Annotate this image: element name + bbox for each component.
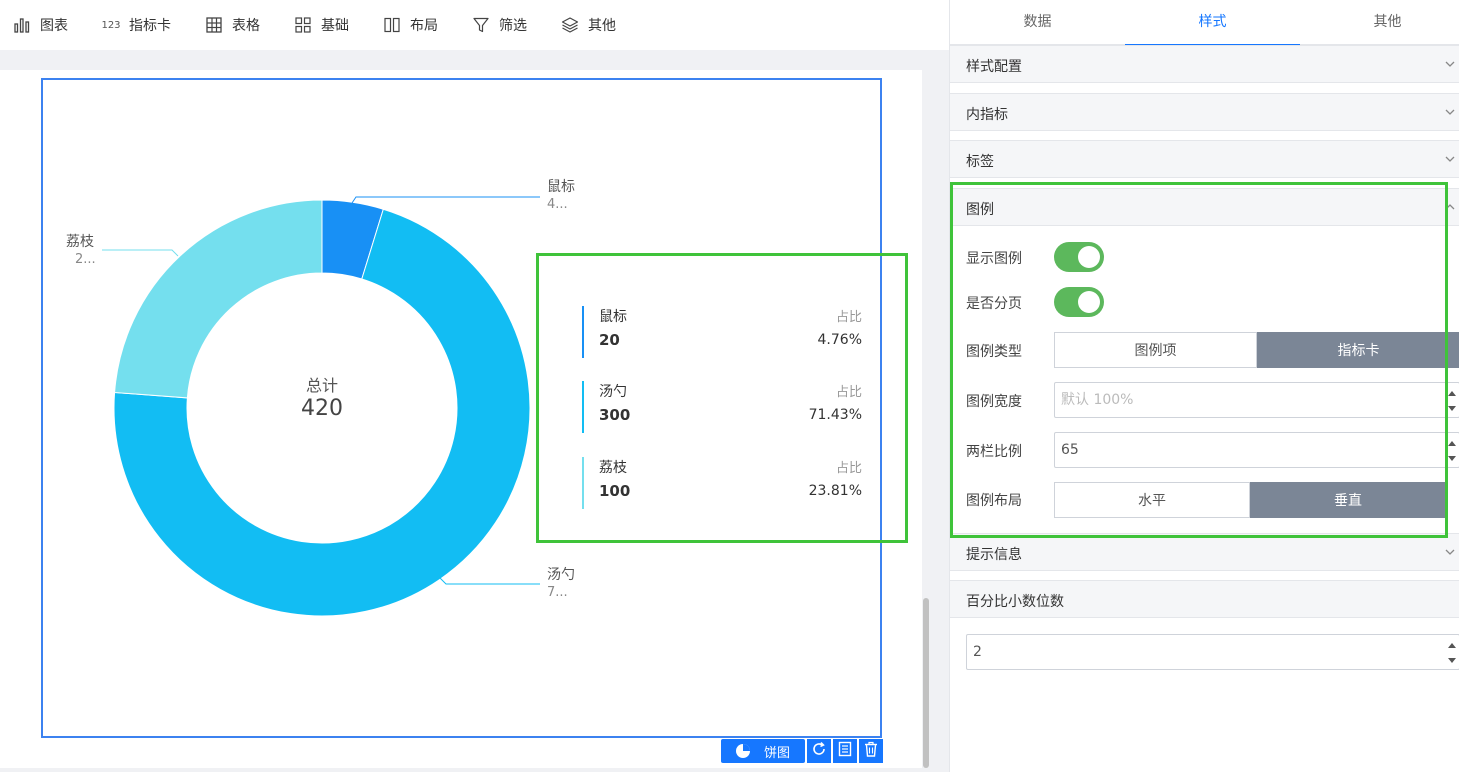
data-sheet-icon [837,741,853,761]
legend-item-value: 100 [599,482,631,500]
chart-action-bar: 饼图 [721,739,883,763]
legend-color-bar [582,457,584,509]
slice-label-name: 荔枝 [66,234,94,250]
donut-center-label: 总计 [305,376,338,395]
refresh-icon [811,741,827,761]
pie-chart-icon [735,744,750,758]
section-title: 百分比小数位数 [966,594,1064,610]
data-sheet-button[interactable] [833,739,857,763]
slice-leader-line [439,577,540,585]
panel-tabs: 数据 样式 其他 [950,0,1459,46]
slice-label-value: 4... [547,197,568,212]
delete-button[interactable] [859,739,883,763]
section-labels[interactable]: 标签 [950,140,1459,178]
slice-label-mouse: 鼠标 4... [547,179,575,213]
chart-type-button[interactable]: 饼图 [721,739,805,763]
legend-ratio-label: 占比 [835,310,862,325]
legend-item: 荔枝 100 占比 23.81% [582,457,864,509]
section-title: 样式配置 [966,59,1022,75]
slice-leader-line [351,196,540,204]
section-style-config[interactable]: 样式配置 [950,45,1459,83]
legend-color-bar [582,306,584,358]
legend-item-name: 汤勺 [599,384,627,400]
tab-style[interactable]: 样式 [1125,0,1300,46]
legend-item-pct: 23.81% [808,483,862,499]
stepper-arrows-icon[interactable] [1447,639,1457,667]
slice-label-value: 2... [75,252,96,267]
legend-item-value: 300 [599,406,631,424]
section-title: 内指标 [966,107,1008,123]
slice-label-name: 汤勺 [547,567,575,583]
trash-icon [863,741,879,761]
refresh-button[interactable] [807,739,831,763]
slice-leader-line [102,249,179,257]
legend-item-name: 鼠标 [599,309,627,325]
section-title: 提示信息 [966,547,1022,563]
legend-settings-highlight-box [950,182,1448,538]
slice-label-name: 鼠标 [547,179,575,195]
editor-area: 图表 123 指标卡 表格 基础 布局 筛选 其他 总计 420 鼠标 4...… [0,0,949,772]
stepper-arrows-icon[interactable] [1447,387,1457,415]
legend-item-pct: 71.43% [808,407,862,423]
tab-other[interactable]: 其他 [1300,0,1459,45]
legend-item-name: 荔枝 [599,460,627,476]
donut-center-value: 420 [301,396,343,421]
chart-type-label: 饼图 [763,745,790,761]
section-tooltip[interactable]: 提示信息 [950,533,1459,571]
chevron-down-icon [1445,61,1455,67]
legend-ratio-label: 占比 [835,461,862,476]
legend-item: 鼠标 20 占比 4.76% [582,306,864,358]
legend-item-pct: 4.76% [817,332,862,348]
chevron-down-icon [1445,109,1455,115]
slice-label-spoon: 汤勺 7... [547,567,575,601]
stepper-arrows-icon[interactable] [1447,437,1457,465]
slice-label-value: 7... [547,585,568,600]
legend-item-value: 20 [599,331,620,349]
tab-data[interactable]: 数据 [950,0,1125,45]
donut-slice-lychee[interactable] [114,199,323,399]
section-inner-indicator[interactable]: 内指标 [950,93,1459,131]
legend-item: 汤勺 300 占比 71.43% [582,381,864,433]
chevron-down-icon [1445,549,1455,555]
section-pct-decimals[interactable]: 百分比小数位数 [950,580,1459,618]
chevron-down-icon [1445,156,1455,162]
legend-color-bar [582,381,584,433]
slice-label-lychee: 荔枝 2... [66,234,96,268]
pct-decimals-input-wrap [966,634,1459,670]
section-title: 标签 [966,154,994,170]
legend-ratio-label: 占比 [835,385,862,400]
pct-decimals-input[interactable] [967,635,1427,669]
